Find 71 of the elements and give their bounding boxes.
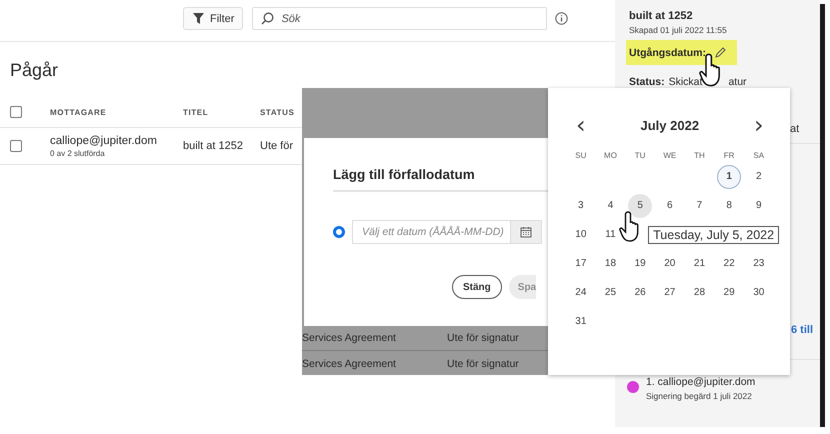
progress-text: 0 av 2 slutförda bbox=[50, 148, 106, 158]
calendar-day[interactable]: 7 bbox=[687, 194, 712, 218]
table-cell: Ute för signatur bbox=[447, 358, 519, 370]
calendar-button[interactable] bbox=[510, 220, 542, 244]
row-checkbox[interactable] bbox=[10, 140, 22, 152]
dialog-button[interactable]: Stäng bbox=[452, 275, 502, 299]
calendar-day[interactable]: 25 bbox=[598, 280, 622, 304]
info-icon[interactable] bbox=[555, 12, 568, 25]
table-cell-text: built at 1252 bbox=[183, 140, 244, 152]
date-tooltip: Tuesday, July 5, 2022 bbox=[648, 226, 780, 244]
panel-text: at bbox=[790, 123, 800, 135]
status-value: Skickat bbox=[668, 76, 702, 88]
calendar-day[interactable]: 8 bbox=[717, 194, 742, 218]
calendar-day[interactable]: 17 bbox=[568, 252, 593, 276]
calendar-day[interactable]: 22 bbox=[717, 252, 742, 276]
select-all-checkbox[interactable] bbox=[10, 106, 22, 118]
calendar-day[interactable]: 23 bbox=[746, 252, 771, 276]
next-month-button[interactable]: › bbox=[754, 115, 764, 135]
recipient-name: 1. calliope@jupiter.dom bbox=[646, 376, 756, 388]
status-value: atur bbox=[728, 76, 747, 88]
calendar-day[interactable]: 3 bbox=[568, 194, 593, 218]
calendar-day[interactable]: 2 bbox=[746, 164, 771, 188]
pencil-icon[interactable] bbox=[714, 46, 726, 58]
calendar-day[interactable]: 28 bbox=[687, 280, 712, 304]
signing-status: Signering begärd 1 juli 2022 bbox=[646, 391, 753, 401]
calendar-day[interactable]: 9 bbox=[746, 194, 771, 218]
filter-icon bbox=[193, 13, 204, 24]
month-title: July 2022 bbox=[640, 118, 700, 132]
calendar-day[interactable]: 31 bbox=[568, 310, 593, 334]
table-cell-text: Ute för bbox=[260, 140, 294, 152]
column-header[interactable]: MOTTAGARE bbox=[50, 108, 183, 116]
calendar-day[interactable]: 1 bbox=[717, 164, 742, 188]
weekday-label: TH bbox=[693, 150, 706, 160]
calendar-day[interactable]: 5 bbox=[628, 194, 652, 218]
recipients-link[interactable]: 6 till bbox=[791, 324, 814, 336]
calendar-icon bbox=[520, 226, 532, 238]
status-label: Status: bbox=[629, 76, 665, 88]
calendar-day[interactable]: 27 bbox=[658, 280, 682, 304]
calendar-day[interactable]: 19 bbox=[628, 252, 652, 276]
calendar-day[interactable]: 30 bbox=[746, 280, 771, 304]
calendar-day[interactable]: 29 bbox=[717, 280, 742, 304]
previous-month-button[interactable]: ‹ bbox=[576, 115, 586, 135]
calendar-day[interactable]: 26 bbox=[628, 280, 652, 304]
calendar-day[interactable]: 10 bbox=[568, 222, 593, 246]
filter-button[interactable]: Filter bbox=[183, 7, 244, 30]
recipient-email: calliope@jupiter.dom bbox=[50, 134, 158, 146]
calendar-day[interactable]: 4 bbox=[598, 194, 622, 218]
table-cell: Ute för signatur bbox=[447, 332, 519, 344]
weekday-label: MO bbox=[603, 150, 618, 160]
search-field[interactable]: Sök bbox=[252, 7, 548, 30]
calendar-day[interactable]: 11 bbox=[598, 222, 622, 246]
search-icon bbox=[261, 12, 274, 25]
table-cell-text: Services Agreement bbox=[302, 332, 397, 344]
weekday-label: SU bbox=[574, 150, 588, 160]
calendar-day[interactable]: 18 bbox=[598, 252, 622, 276]
calendar-day[interactable]: 21 bbox=[687, 252, 712, 276]
weekday-label: FR bbox=[722, 150, 736, 160]
table-cell-text: Services Agreement bbox=[302, 358, 397, 370]
agreement-title: built at 1252 bbox=[629, 10, 694, 22]
weekday-label: WE bbox=[662, 150, 678, 160]
created-date: Skapad 01 juli 2022 11:55 bbox=[629, 25, 728, 35]
calendar-day[interactable]: 6 bbox=[658, 194, 682, 218]
weekday-label: SA bbox=[752, 150, 766, 160]
expiry-label: Utgångsdatum: bbox=[629, 46, 706, 58]
calendar-day[interactable]: 24 bbox=[568, 280, 593, 304]
radio-button[interactable] bbox=[333, 226, 345, 238]
section-heading: Pågår bbox=[10, 59, 60, 82]
date-input-field[interactable]: Välj ett datum (ÅÅÅÅ-MM-DD) bbox=[352, 220, 510, 244]
calendar-day[interactable]: 20 bbox=[658, 252, 682, 276]
column-header[interactable]: TITEL bbox=[183, 108, 260, 116]
weekday-label: TU bbox=[634, 150, 646, 160]
